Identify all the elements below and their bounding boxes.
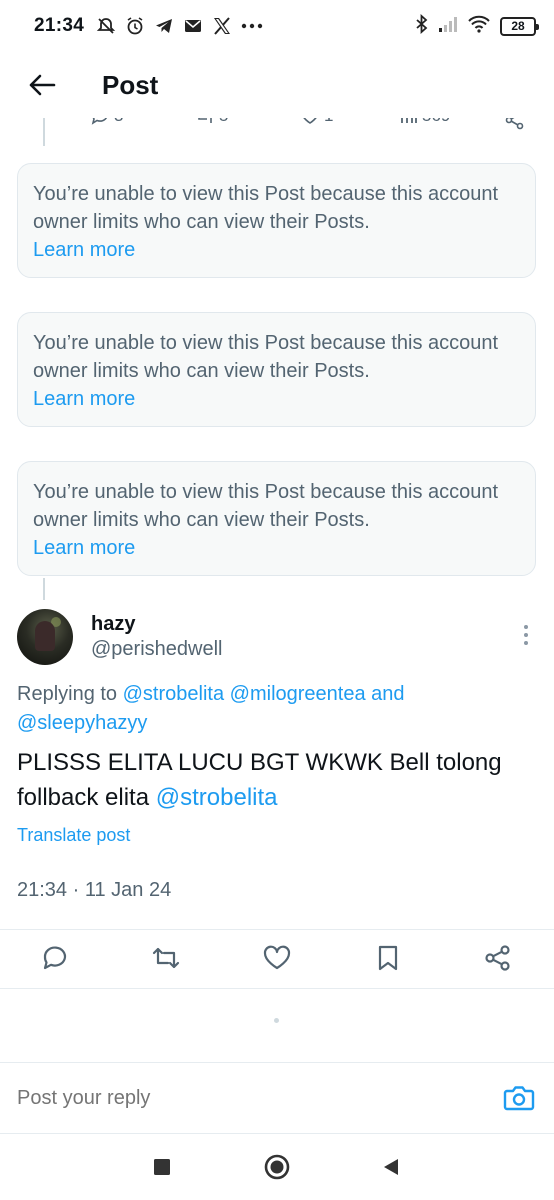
signal-icon xyxy=(438,15,458,38)
mail-icon xyxy=(183,16,203,36)
battery-icon: 28 xyxy=(500,16,539,36)
mute-icon xyxy=(96,16,116,36)
unavailable-post-notice: You’re unable to view this Post because … xyxy=(17,163,536,278)
repost-icon xyxy=(152,947,180,969)
status-bar: 21:34 28 xyxy=(0,0,554,52)
notice-text: You’re unable to view this Post because … xyxy=(33,183,499,233)
mention-link[interactable]: @strobelita xyxy=(123,683,224,705)
more-dots-icon xyxy=(241,22,263,30)
back-nav-button[interactable] xyxy=(378,1154,404,1180)
bookmark-button[interactable] xyxy=(372,942,404,974)
back-button[interactable] xyxy=(22,65,62,105)
top-app-bar: Post xyxy=(0,52,554,118)
share-icon xyxy=(485,945,510,971)
author-name[interactable]: hazy xyxy=(91,613,135,636)
mention-link[interactable]: @milogreentea xyxy=(230,683,366,705)
bluetooth-icon xyxy=(415,13,429,39)
repost-button[interactable] xyxy=(150,942,182,974)
reply-button[interactable] xyxy=(39,942,71,974)
share-button[interactable] xyxy=(482,942,514,974)
more-options-button[interactable] xyxy=(516,622,536,648)
replying-and[interactable]: and xyxy=(371,683,404,705)
divider xyxy=(0,988,554,989)
heart-icon xyxy=(263,945,291,970)
author-handle[interactable]: @perishedwell xyxy=(91,638,222,661)
post-text: PLISSS ELITA LUCU BGT WKWK Bell tolong f… xyxy=(17,745,537,815)
notice-text: You’re unable to view this Post because … xyxy=(33,481,499,531)
unavailable-post-notice: You’re unable to view this Post because … xyxy=(17,461,536,576)
more-dot xyxy=(524,633,528,637)
page-title: Post xyxy=(102,69,159,100)
notice-text: You’re unable to view this Post because … xyxy=(33,332,499,382)
wifi-icon xyxy=(467,14,491,39)
thread-connector xyxy=(43,578,45,600)
reply-icon xyxy=(43,946,67,970)
post-timestamp: 21:34 · 11 Jan 24 xyxy=(17,879,172,901)
translate-post-link[interactable]: Translate post xyxy=(17,825,130,846)
learn-more-link[interactable]: Learn more xyxy=(33,534,135,562)
unavailable-post-notice: You’re unable to view this Post because … xyxy=(17,312,536,427)
like-button[interactable] xyxy=(261,942,293,974)
avatar[interactable] xyxy=(17,609,73,665)
telegram-icon xyxy=(154,16,174,36)
system-nav-bar xyxy=(0,1134,554,1200)
learn-more-link[interactable]: Learn more xyxy=(33,236,135,264)
triangle-back-icon xyxy=(384,1159,398,1175)
bookmark-icon xyxy=(378,945,398,971)
recent-apps-button[interactable] xyxy=(149,1154,175,1180)
more-dot xyxy=(524,625,528,629)
loading-indicator xyxy=(274,1018,279,1023)
post-action-bar xyxy=(0,930,554,986)
status-time: 21:34 xyxy=(34,15,85,36)
square-icon xyxy=(154,1159,170,1175)
camera-icon xyxy=(503,1086,535,1111)
camera-button[interactable] xyxy=(503,1083,535,1113)
circle-icon xyxy=(264,1154,290,1180)
mention-link[interactable]: @sleepyhazyy xyxy=(17,712,147,734)
replying-to-line: Replying to @strobelita @milogreentea an… xyxy=(17,680,537,738)
x-icon xyxy=(212,16,232,36)
more-dot xyxy=(524,641,528,645)
home-button[interactable] xyxy=(264,1154,290,1180)
alarm-icon xyxy=(125,16,145,36)
reply-input[interactable] xyxy=(17,1087,477,1110)
reply-composer-bar xyxy=(0,1062,554,1134)
arrow-left-icon xyxy=(29,74,56,96)
mention-link[interactable]: @strobelita xyxy=(156,784,278,811)
replying-prefix: Replying to xyxy=(17,683,118,705)
learn-more-link[interactable]: Learn more xyxy=(33,385,135,413)
